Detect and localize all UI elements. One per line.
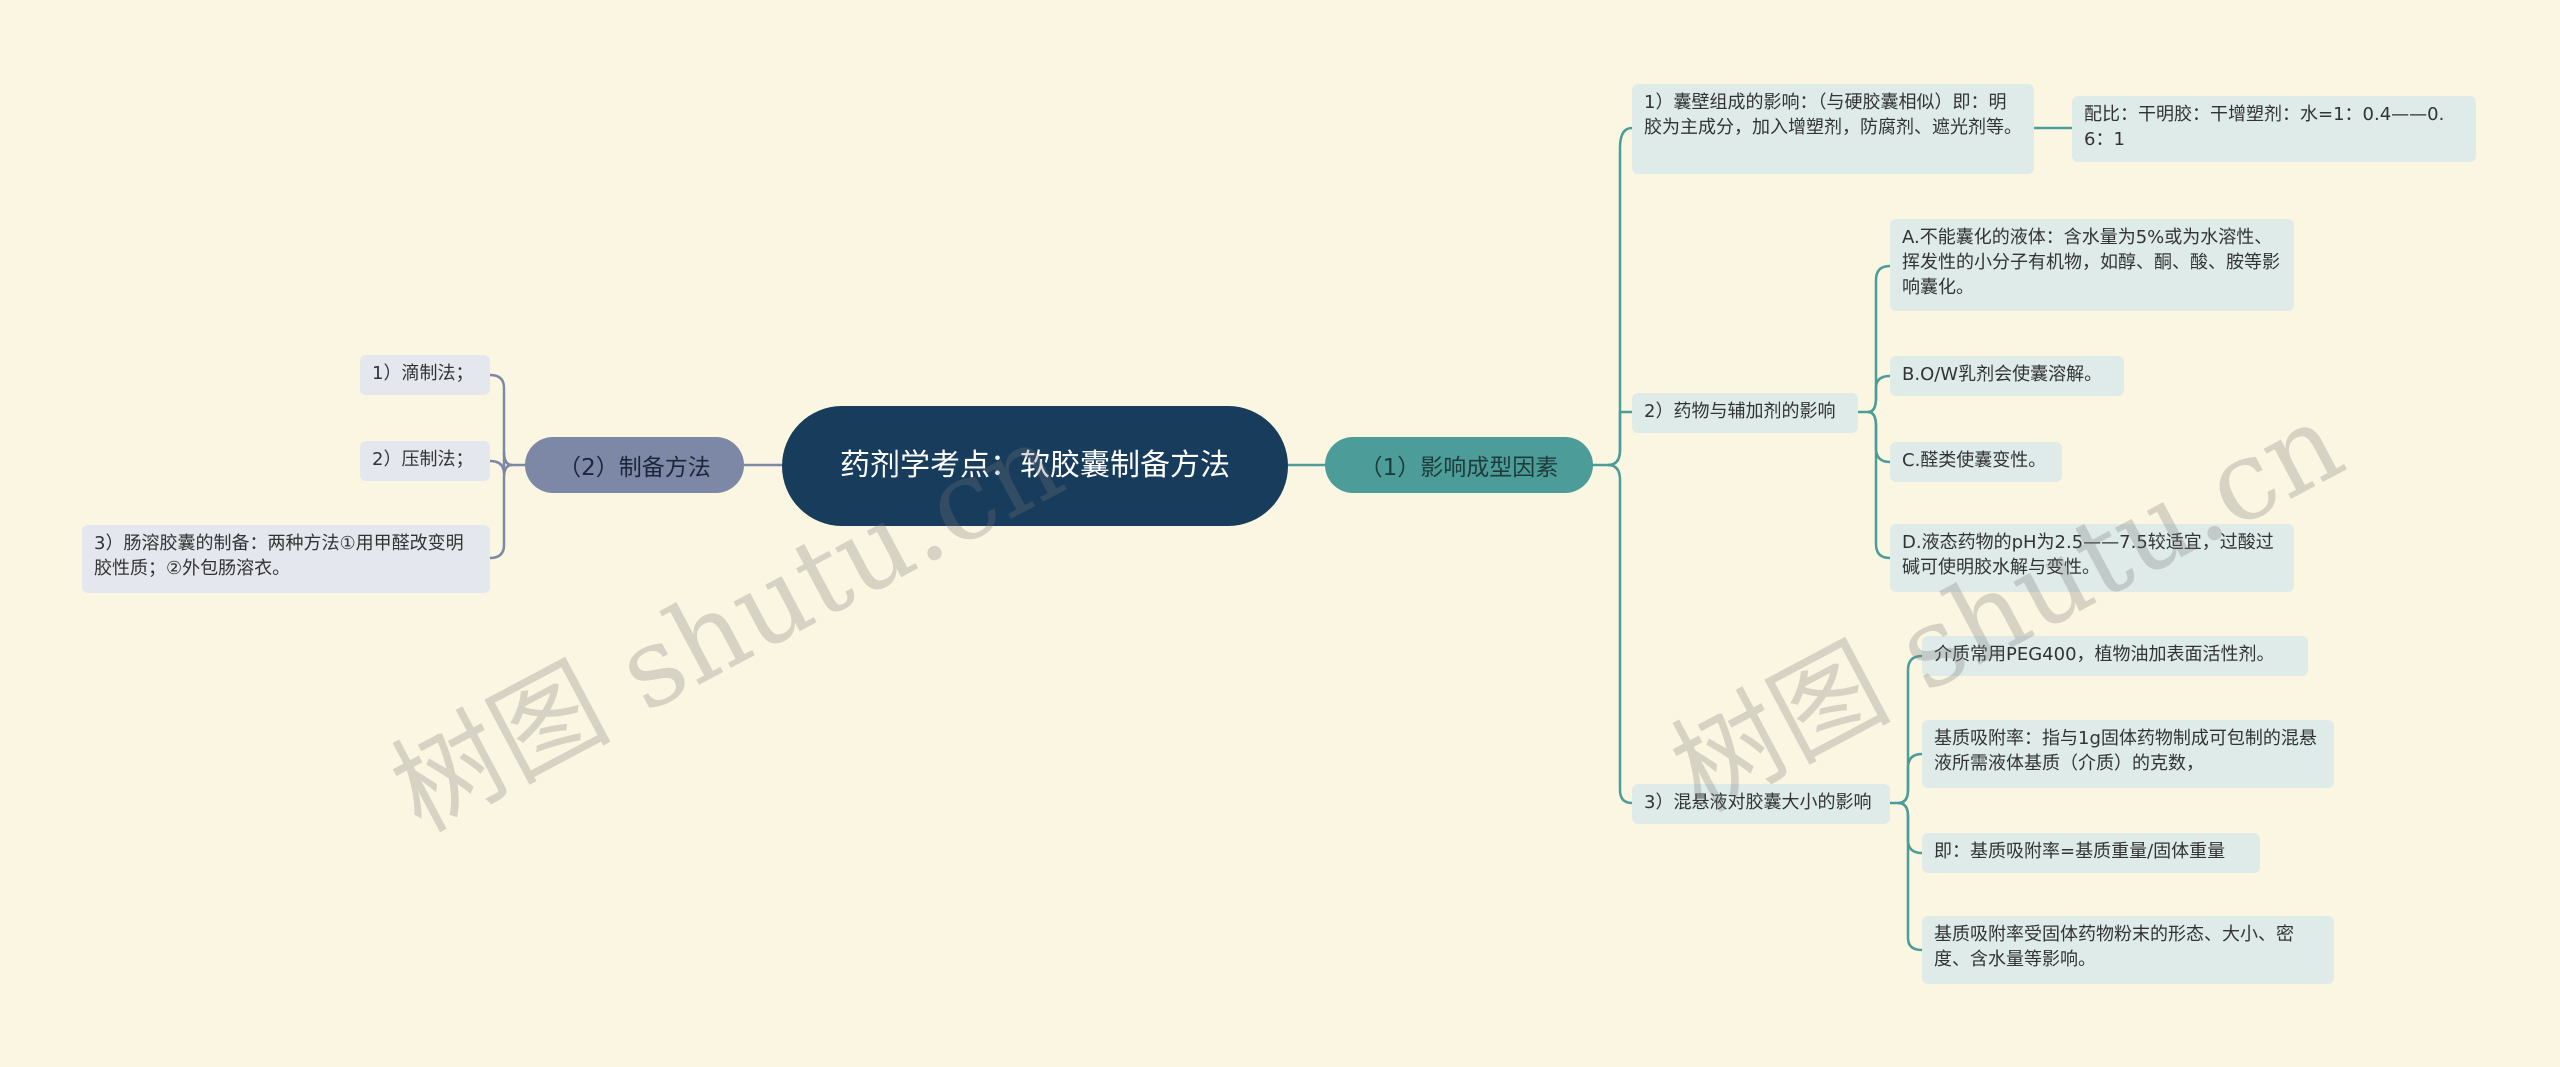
link-drug-b [1867,374,1891,414]
node-drug-a[interactable]: A.不能囊化的液体：含水量为5%或为水溶性、挥发性的小分子有机物，如醇、酮、酸、… [1890,219,2294,311]
root-topic[interactable]: 药剂学考点：软胶囊制备方法 [782,406,1288,526]
node-susp-adsorption[interactable]: 基质吸附率：指与1g固体药物制成可包制的混悬液所需液体基质（介质）的克数， [1922,720,2334,788]
mindmap-canvas: 药剂学考点：软胶囊制备方法 （1）影响成型因素 （2）制备方法 1）囊壁组成的影… [0,0,2560,1067]
node-suspension[interactable]: 3）混悬液对胶囊大小的影响 [1632,784,1890,824]
link-drug-c [1867,410,1891,464]
node-wall-ratio[interactable]: 配比：干明胶：干增塑剂：水=1：0.4——0.6：1 [2072,96,2476,162]
node-drug-d[interactable]: D.液态药物的pH为2.5——7.5较适宜，过酸过碱可使明胶水解与变性。 [1890,524,2294,592]
node-drip-method[interactable]: 1）滴制法； [360,355,490,395]
node-susp-factors[interactable]: 基质吸附率受固体药物粉末的形态、大小、密度、含水量等影响。 [1922,916,2334,984]
link-method-enteric [489,463,513,560]
branch-preparation-method[interactable]: （2）制备方法 [525,437,744,493]
link-influence-wall [1592,126,1633,467]
link-influence-suspension [1607,463,1633,805]
node-susp-formula[interactable]: 即：基质吸附率=基质重量/固体重量 [1922,833,2260,873]
link-drug-d [1867,410,1891,560]
link-influence-drug [1607,410,1632,467]
link-drug-a [1858,264,1891,414]
node-capsule-wall[interactable]: 1）囊壁组成的影响：（与硬胶囊相似）即：明胶为主成分，加入增塑剂，防腐剂、遮光剂… [1632,84,2034,174]
node-drug-b[interactable]: B.O/W乳剂会使囊溶解。 [1890,356,2124,396]
link-susp-4 [1897,801,1923,952]
branch-influence-factors[interactable]: （1）影响成型因素 [1325,437,1593,493]
node-drug-c[interactable]: C.醛类使囊变性。 [1890,442,2062,482]
link-susp-1 [1890,654,1923,805]
link-susp-2 [1897,752,1923,805]
node-enteric-capsule[interactable]: 3）肠溶胶囊的制备：两种方法①用甲醛改变明胶性质；②外包肠溶衣。 [82,525,490,593]
link-method-press [489,451,513,475]
link-method-drip [489,373,525,467]
node-drug-excipient[interactable]: 2）药物与辅加剂的影响 [1632,393,1858,433]
link-susp-3 [1897,801,1923,855]
node-press-method[interactable]: 2）压制法； [360,441,490,481]
node-susp-medium[interactable]: 介质常用PEG400，植物油加表面活性剂。 [1922,636,2308,676]
